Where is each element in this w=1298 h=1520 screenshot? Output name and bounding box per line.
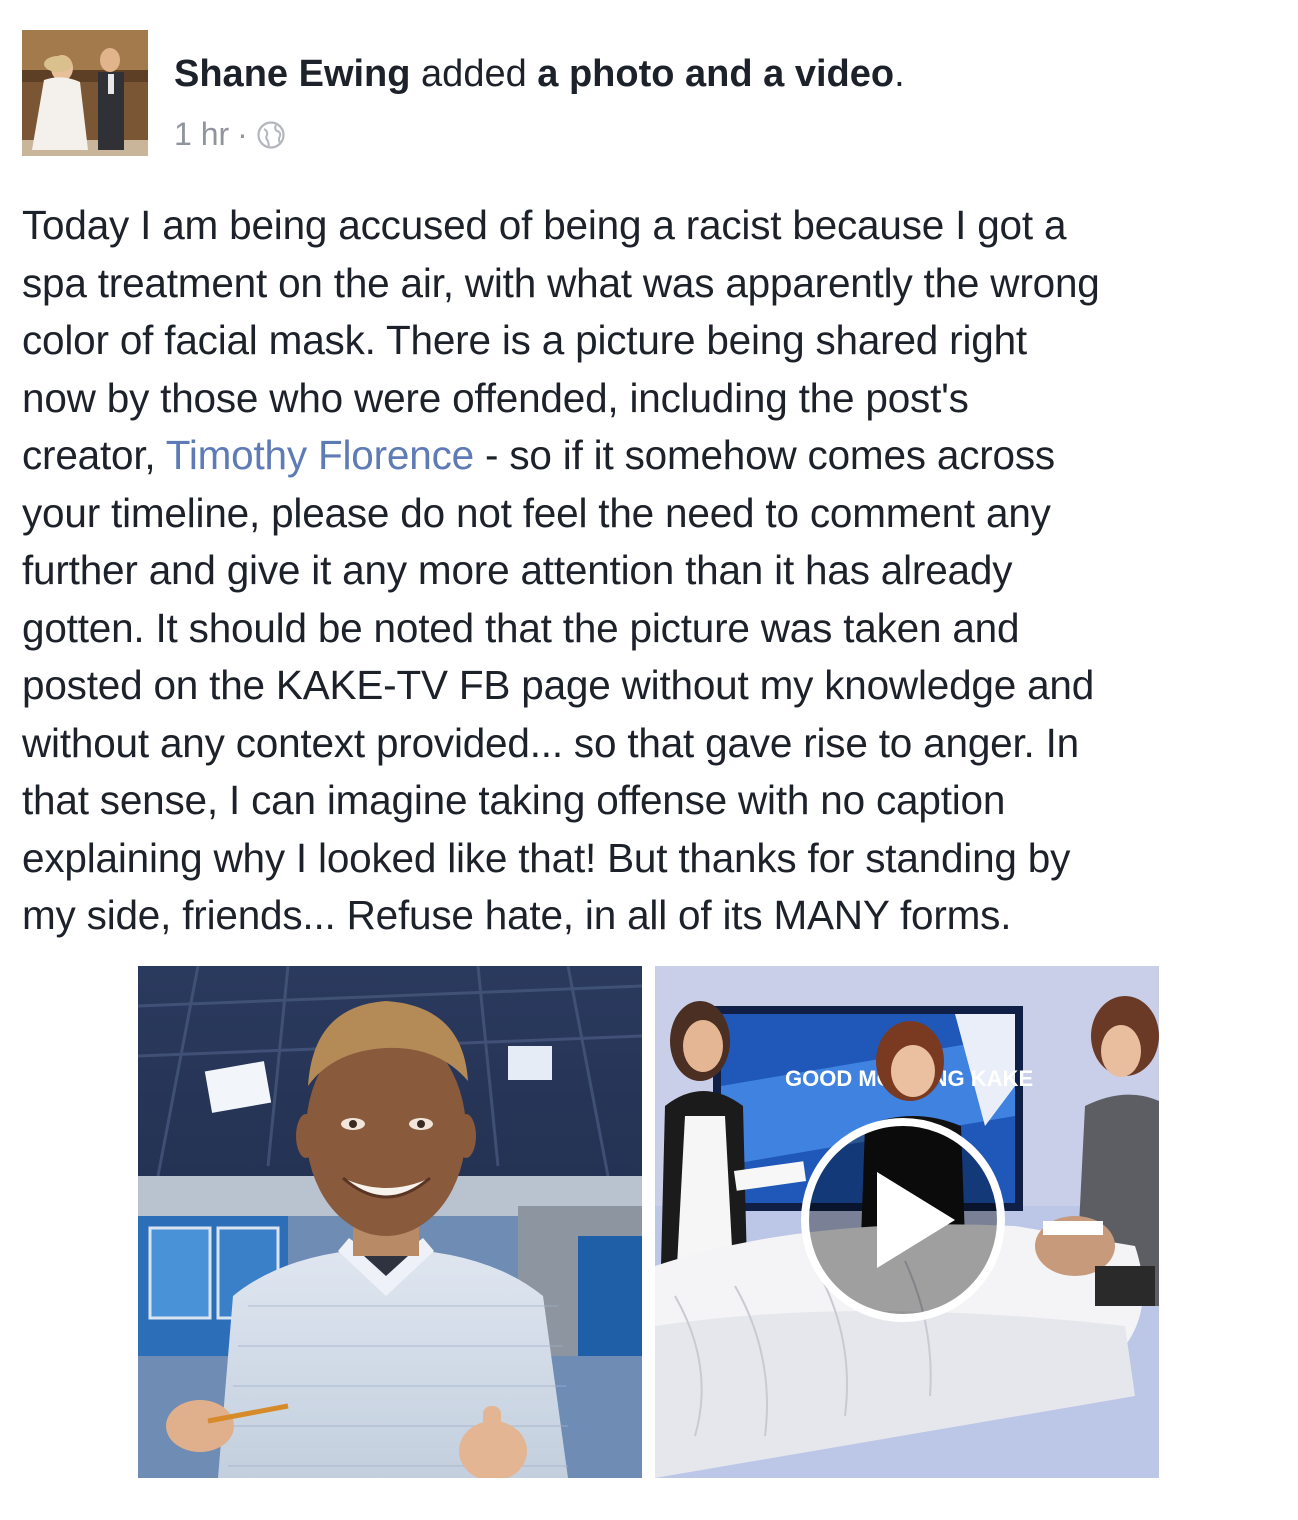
action-verb: added [421, 53, 527, 95]
body-line: explaining why I looked like that! But t… [22, 834, 1071, 881]
action-object[interactable]: a photo and a video [537, 53, 894, 95]
mention-prefix: creator, [22, 432, 166, 478]
author-name[interactable]: Shane Ewing [174, 53, 410, 95]
action-period: . [894, 53, 905, 95]
play-icon[interactable] [801, 1118, 1005, 1322]
post-timestamp[interactable]: 1 hr [174, 114, 229, 154]
meta-separator: · [237, 116, 248, 152]
body-line: gotten. It should be noted that the pict… [22, 604, 1020, 651]
body-line: that sense, I can imagine taking offense… [22, 777, 1006, 823]
body-line: spa treatment on the air, with what was … [22, 259, 1100, 306]
post-video[interactable]: GOOD MORNING KAKE [655, 966, 1159, 1478]
mention-link[interactable]: Timothy Florence [166, 432, 474, 478]
post-header: Shane Ewing added a photo and a video. 1… [22, 30, 1282, 158]
body-line: your timeline, please do not feel the ne… [22, 489, 1051, 536]
globe-icon[interactable] [256, 119, 286, 149]
author-line: Shane Ewing added a photo and a video. [174, 48, 905, 100]
body-line: without any context provided... so that … [22, 719, 1079, 766]
mention-suffix: - so if it somehow comes across [473, 432, 1055, 478]
body-line: Today I am being accused of being a raci… [22, 202, 1067, 248]
post-photo[interactable] [138, 966, 642, 1478]
post-meta: 1 hr · [174, 114, 286, 154]
body-line: posted on the KAKE-TV FB page without my… [22, 662, 1095, 708]
post-body: Today I am being accused of being a raci… [22, 197, 1284, 945]
body-line: color of facial mask. There is a picture… [22, 317, 1027, 363]
author-avatar[interactable] [22, 30, 148, 156]
facebook-post: Shane Ewing added a photo and a video. 1… [0, 0, 1298, 1520]
body-line: my side, friends... Refuse hate, in all … [22, 892, 1012, 938]
body-line: further and give it any more attention t… [22, 547, 1013, 593]
body-line-with-mention: creator, Timothy Florence - so if it som… [22, 427, 1284, 485]
body-line: now by those who were offended, includin… [22, 374, 969, 421]
